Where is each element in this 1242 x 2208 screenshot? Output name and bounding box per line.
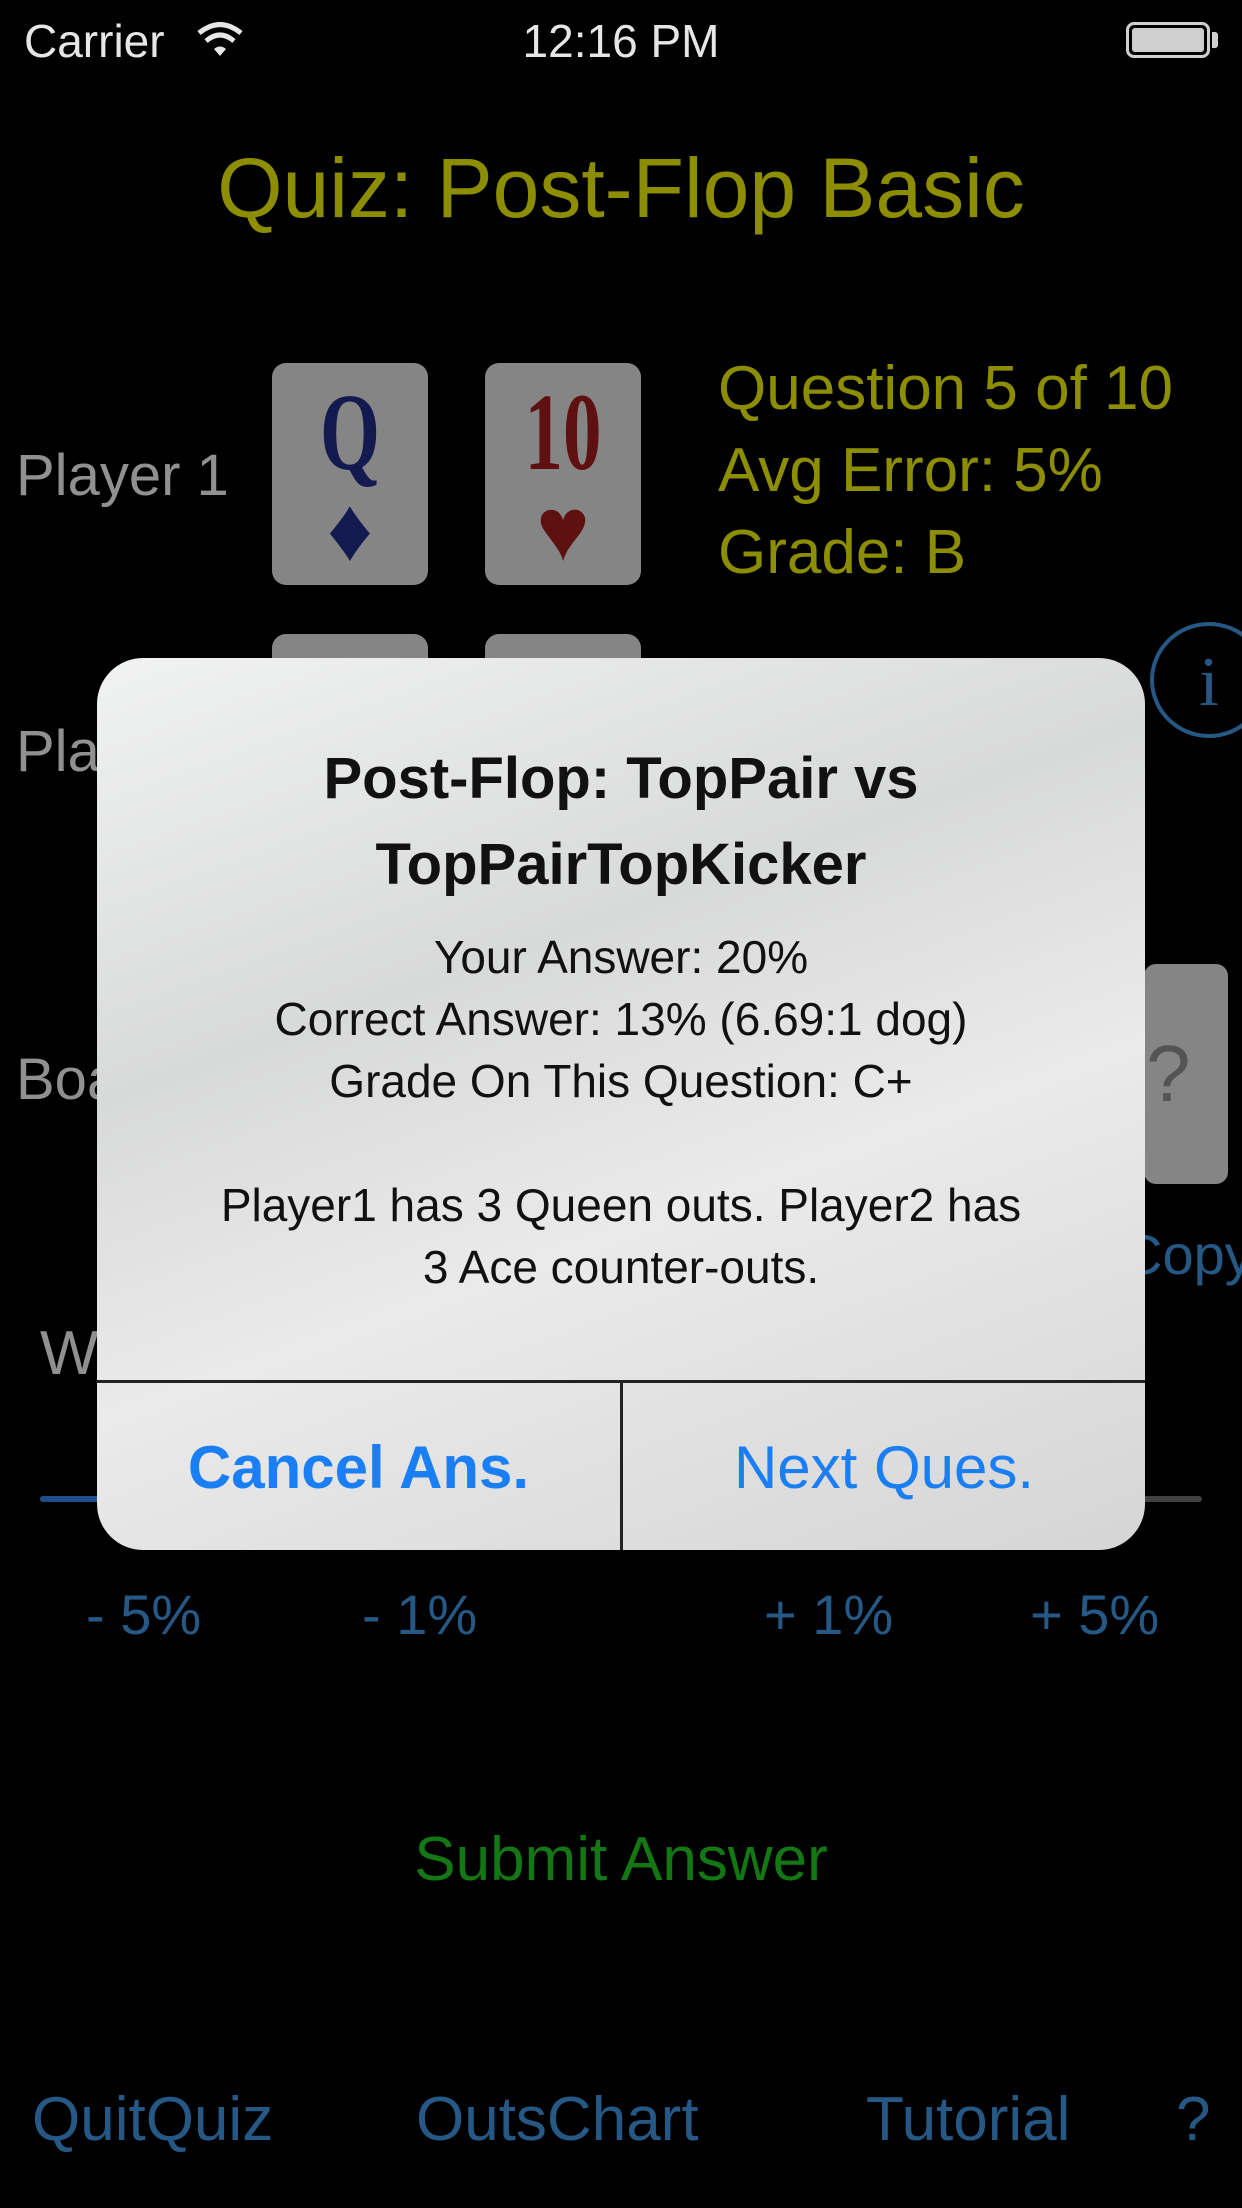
- grade: Grade: B: [718, 518, 967, 587]
- cancel-answer-button[interactable]: Cancel Ans.: [97, 1383, 620, 1550]
- next-question-button[interactable]: Next Ques.: [623, 1383, 1145, 1550]
- heart-suit-icon: ♥: [536, 481, 590, 580]
- help-button[interactable]: ?: [1176, 2084, 1210, 2155]
- battery-tip: [1212, 32, 1218, 48]
- result-alert: Post-Flop: TopPair vs TopPairTopKicker Y…: [97, 658, 1145, 1550]
- battery-icon: [1126, 22, 1210, 58]
- tutorial-button[interactable]: Tutorial: [866, 2084, 1070, 2155]
- submit-answer-button[interactable]: Submit Answer: [0, 1824, 1242, 1895]
- quit-quiz-button[interactable]: QuitQuiz: [32, 2084, 273, 2155]
- card-rank: Q: [320, 371, 380, 493]
- win-percent-label: W: [40, 1319, 99, 1388]
- question-counter: Question 5 of 10: [718, 354, 1173, 423]
- clock: 12:16 PM: [522, 15, 720, 67]
- outs-chart-button[interactable]: OutsChart: [416, 2084, 699, 2155]
- player1-card-1: Q ♦: [272, 363, 428, 585]
- card-rank: 10: [524, 371, 602, 493]
- player1-card-2: 10 ♥: [485, 363, 641, 585]
- alert-message: Your Answer: 20% Correct Answer: 13% (6.…: [220, 931, 1022, 1293]
- step-minus-5-button[interactable]: - 5%: [86, 1582, 201, 1647]
- alert-title: Post-Flop: TopPair vs TopPairTopKicker: [323, 746, 919, 897]
- quiz-stats: Question 5 of 10 Avg Error: 5% Grade: B: [718, 348, 1173, 594]
- player1-label: Player 1: [16, 443, 229, 508]
- step-plus-5-button[interactable]: + 5%: [1030, 1582, 1159, 1647]
- avg-error: Avg Error: 5%: [718, 436, 1103, 505]
- step-plus-1-button[interactable]: + 1%: [764, 1582, 893, 1647]
- info-icon[interactable]: i: [1150, 622, 1242, 738]
- step-minus-1-button[interactable]: - 1%: [362, 1582, 477, 1647]
- board-hidden-card[interactable]: ?: [1144, 964, 1228, 1184]
- page-title: Quiz: Post-Flop Basic: [217, 141, 1025, 235]
- diamond-suit-icon: ♦: [327, 481, 373, 580]
